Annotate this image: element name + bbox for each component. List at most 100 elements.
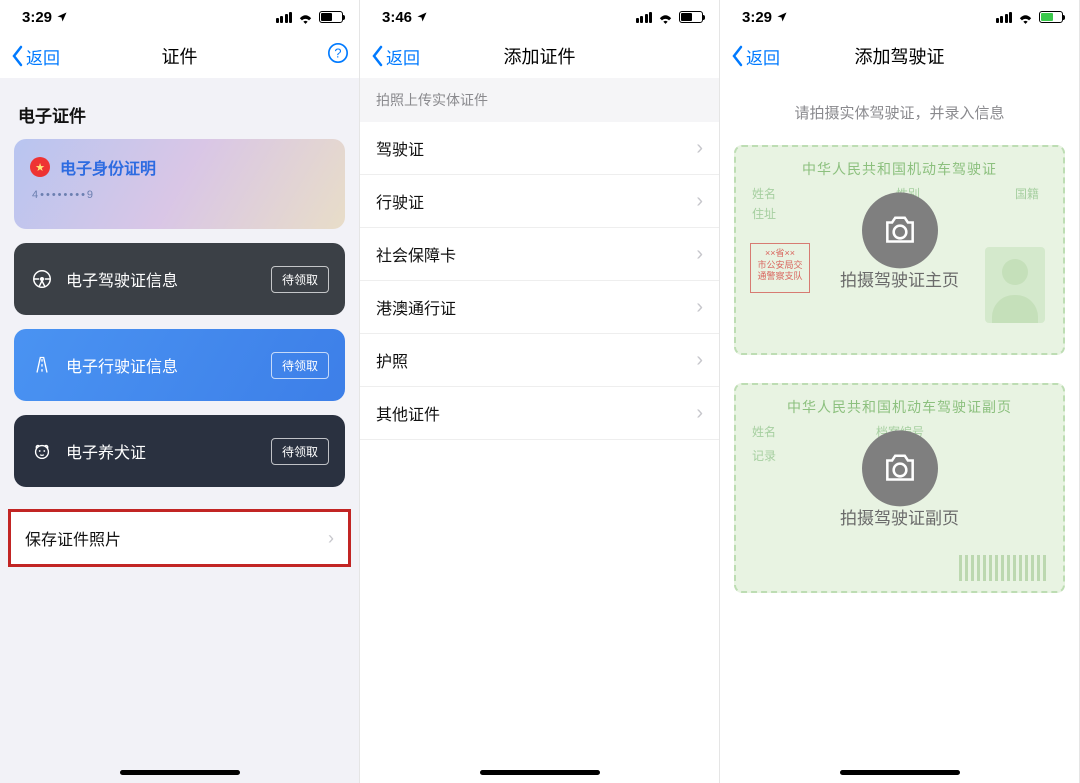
chevron-right-icon: › bbox=[696, 243, 703, 266]
card-electronic-vehicle[interactable]: 电子行驶证信息 待领取 bbox=[14, 329, 345, 401]
chevron-right-icon: › bbox=[696, 349, 703, 372]
location-icon bbox=[56, 11, 68, 23]
screen-add-certificate: 3:46 返回 添加证件 拍照上传实体证件 驾驶证› 行驶证› 社会保障卡› 港… bbox=[360, 0, 720, 783]
list-item-social[interactable]: 社会保障卡 › bbox=[360, 228, 719, 281]
signal-icon bbox=[276, 12, 293, 23]
list-item-label: 护照 bbox=[376, 348, 408, 372]
wifi-icon bbox=[1017, 11, 1034, 24]
list-item-other[interactable]: 其他证件 › bbox=[360, 387, 719, 440]
card-title: 电子行驶证信息 bbox=[66, 353, 271, 377]
licence-doc-title: 中华人民共和国机动车驾驶证 bbox=[736, 147, 1063, 179]
home-indicator[interactable] bbox=[480, 770, 600, 775]
steering-wheel-icon bbox=[30, 267, 54, 291]
card-title: 电子驾驶证信息 bbox=[66, 267, 271, 291]
card-title: 电子养犬证 bbox=[66, 439, 271, 463]
page-title: 证件 bbox=[80, 43, 279, 69]
back-button[interactable]: 返回 bbox=[10, 44, 80, 69]
svg-text:?: ? bbox=[334, 46, 341, 61]
screen2-body: 拍照上传实体证件 驾驶证› 行驶证› 社会保障卡› 港澳通行证› 护照› 其他证… bbox=[360, 78, 719, 783]
camera-button[interactable] bbox=[862, 430, 938, 506]
card-electronic-id[interactable]: ★ 电子身份证明 4••••••••9 bbox=[14, 139, 345, 229]
hint-text: 请拍摄实体驾驶证，并录入信息 bbox=[734, 88, 1065, 145]
back-label: 返回 bbox=[386, 44, 420, 69]
page-title: 添加驾驶证 bbox=[800, 43, 999, 69]
back-label: 返回 bbox=[26, 44, 60, 69]
screen-add-drive-licence: 3:29 返回 添加驾驶证 请拍摄实体驾驶证，并录入信息 中华人民共和国机动车驾… bbox=[720, 0, 1080, 783]
save-photos-label: 保存证件照片 bbox=[25, 526, 121, 550]
camera-label: 拍摄驾驶证副页 bbox=[736, 504, 1063, 529]
list-item-label: 其他证件 bbox=[376, 401, 440, 425]
help-button[interactable]: ? bbox=[279, 42, 349, 70]
screen3-body: 请拍摄实体驾驶证，并录入信息 中华人民共和国机动车驾驶证 姓名 性别 国籍 住址… bbox=[720, 78, 1079, 783]
status-badge: 待领取 bbox=[271, 438, 329, 465]
signal-icon bbox=[636, 12, 653, 23]
camera-button[interactable] bbox=[862, 192, 938, 268]
wifi-icon bbox=[657, 11, 674, 24]
chevron-right-icon: › bbox=[696, 402, 703, 425]
licence-sub-capture[interactable]: 中华人民共和国机动车驾驶证副页 姓名 档案编号 记录 拍摄驾驶证副页 bbox=[734, 383, 1065, 593]
list-item-label: 社会保障卡 bbox=[376, 242, 456, 266]
emblem-icon: ★ bbox=[30, 157, 50, 177]
licence-doc-title: 中华人民共和国机动车驾驶证副页 bbox=[736, 385, 1063, 417]
chevron-right-icon: › bbox=[328, 528, 334, 549]
status-badge: 待领取 bbox=[271, 266, 329, 293]
barcode-placeholder bbox=[959, 555, 1049, 581]
road-icon bbox=[30, 353, 54, 377]
camera-label: 拍摄驾驶证主页 bbox=[736, 266, 1063, 291]
help-icon: ? bbox=[327, 42, 349, 64]
list-item-drive[interactable]: 驾驶证› bbox=[360, 122, 719, 175]
list-group-header: 拍照上传实体证件 bbox=[360, 78, 719, 122]
save-photos-row[interactable]: 保存证件照片 › bbox=[8, 509, 351, 567]
screen1-body: 电子证件 ★ 电子身份证明 4••••••••9 电子驾驶证信息 待领取 电子行… bbox=[0, 78, 359, 783]
nav-bar: 返回 添加驾驶证 bbox=[720, 34, 1079, 78]
wifi-icon bbox=[297, 11, 314, 24]
status-badge: 待领取 bbox=[271, 352, 329, 379]
nav-bar: 返回 添加证件 bbox=[360, 34, 719, 78]
nav-bar: 返回 证件 ? bbox=[0, 34, 359, 78]
id-number: 4••••••••9 bbox=[32, 189, 95, 201]
card-title: 电子身份证明 bbox=[60, 155, 329, 179]
status-bar: 3:46 bbox=[360, 0, 719, 34]
chevron-left-icon bbox=[370, 45, 384, 67]
list-item-hkmo[interactable]: 港澳通行证 › bbox=[360, 281, 719, 334]
chevron-right-icon: › bbox=[696, 296, 703, 319]
card-electronic-dog[interactable]: 电子养犬证 待领取 bbox=[14, 415, 345, 487]
field-addr: 住址 bbox=[752, 205, 776, 222]
back-label: 返回 bbox=[746, 44, 780, 69]
field-nat: 国籍 bbox=[1015, 185, 1039, 202]
dog-icon bbox=[30, 439, 54, 463]
camera-icon bbox=[881, 211, 919, 249]
list-item-label: 行驶证 bbox=[376, 189, 424, 213]
home-indicator[interactable] bbox=[840, 770, 960, 775]
page-title: 添加证件 bbox=[440, 43, 639, 69]
status-bar: 3:29 bbox=[720, 0, 1079, 34]
field-name: 姓名 bbox=[752, 185, 776, 202]
chevron-left-icon bbox=[10, 45, 24, 67]
chevron-right-icon: › bbox=[696, 190, 703, 213]
list-item-passport[interactable]: 护照 › bbox=[360, 334, 719, 387]
card-electronic-drive[interactable]: 电子驾驶证信息 待领取 bbox=[14, 243, 345, 315]
screen-certificates: 3:29 返回 证件 ? 电子证件 ★ 电子身份证明 4••••••••9 bbox=[0, 0, 360, 783]
list-item-vehicle[interactable]: 行驶证 › bbox=[360, 175, 719, 228]
battery-icon bbox=[1039, 11, 1063, 23]
camera-icon bbox=[881, 449, 919, 487]
field-name: 姓名 bbox=[752, 423, 776, 440]
location-icon bbox=[416, 11, 428, 23]
field-record: 记录 bbox=[752, 447, 776, 464]
status-time: 3:29 bbox=[742, 9, 772, 26]
back-button[interactable]: 返回 bbox=[730, 44, 800, 69]
signal-icon bbox=[996, 12, 1013, 23]
section-header: 电子证件 bbox=[0, 88, 359, 139]
chevron-left-icon bbox=[730, 45, 744, 67]
status-bar: 3:29 bbox=[0, 0, 359, 34]
status-time: 3:29 bbox=[22, 9, 52, 26]
home-indicator[interactable] bbox=[120, 770, 240, 775]
list-item-label: 驾驶证 bbox=[376, 136, 424, 160]
licence-main-capture[interactable]: 中华人民共和国机动车驾驶证 姓名 性别 国籍 住址 ××省×× 市公安局交 通警… bbox=[734, 145, 1065, 355]
status-time: 3:46 bbox=[382, 9, 412, 26]
battery-icon bbox=[679, 11, 703, 23]
list-item-label: 港澳通行证 bbox=[376, 295, 456, 319]
location-icon bbox=[776, 11, 788, 23]
back-button[interactable]: 返回 bbox=[370, 44, 440, 69]
battery-icon bbox=[319, 11, 343, 23]
